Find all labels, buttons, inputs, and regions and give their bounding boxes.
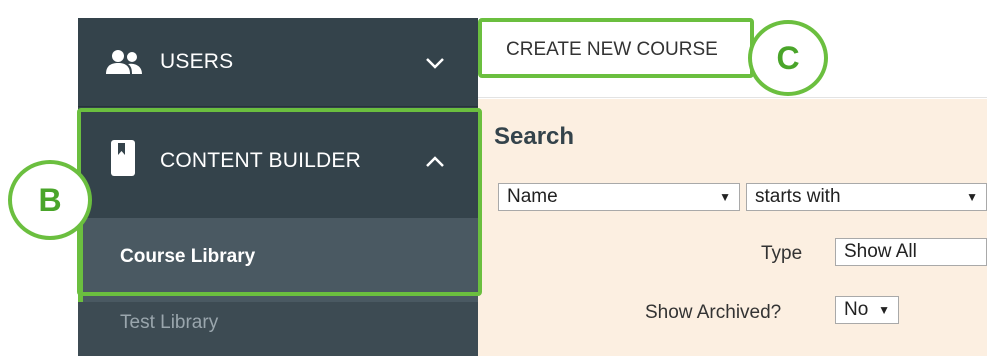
search-operator-value: starts with	[755, 186, 841, 207]
dropdown-arrow-icon: ▼	[878, 303, 890, 317]
sidebar: USERS CONTENT BUILDER Course Library Tes…	[78, 18, 478, 356]
create-new-course-button[interactable]: CREATE NEW COURSE	[480, 22, 750, 78]
sidebar-item-course-library-label: Course Library	[120, 246, 256, 267]
chevron-up-icon[interactable]	[424, 151, 446, 173]
search-operator-select[interactable]: starts with ▼	[746, 183, 987, 211]
callout-badge-b: B	[8, 160, 92, 240]
users-icon	[104, 48, 144, 76]
active-indicator	[78, 218, 83, 302]
type-label: Type	[761, 243, 803, 264]
sidebar-item-content-builder-label: CONTENT BUILDER	[160, 149, 361, 172]
sidebar-item-course-library[interactable]: Course Library	[78, 218, 478, 302]
sidebar-item-content-builder[interactable]: CONTENT BUILDER	[78, 106, 478, 218]
show-archived-label: Show Archived?	[645, 302, 782, 323]
type-value: Show All	[844, 241, 917, 262]
sidebar-item-users-label: USERS	[160, 50, 234, 73]
search-title: Search	[494, 123, 575, 150]
sidebar-item-test-library[interactable]: Test Library	[78, 302, 478, 356]
toolbar: CREATE NEW COURSE	[478, 18, 987, 98]
show-archived-value: No	[844, 299, 869, 320]
chevron-down-icon[interactable]	[424, 52, 446, 74]
search-field-select[interactable]: Name ▼	[498, 183, 740, 211]
search-field-value: Name	[507, 186, 558, 207]
sidebar-item-test-library-label: Test Library	[120, 312, 219, 333]
type-select[interactable]: Show All	[835, 238, 987, 266]
show-archived-select[interactable]: No ▼	[835, 296, 899, 324]
dropdown-arrow-icon: ▼	[719, 190, 731, 204]
dropdown-arrow-icon: ▼	[966, 190, 978, 204]
search-panel: Search Name ▼ starts with ▼ Type Show Al…	[478, 99, 987, 356]
sidebar-item-users[interactable]: USERS	[78, 18, 478, 106]
callout-badge-c: C	[748, 20, 828, 96]
book-icon	[110, 139, 136, 177]
